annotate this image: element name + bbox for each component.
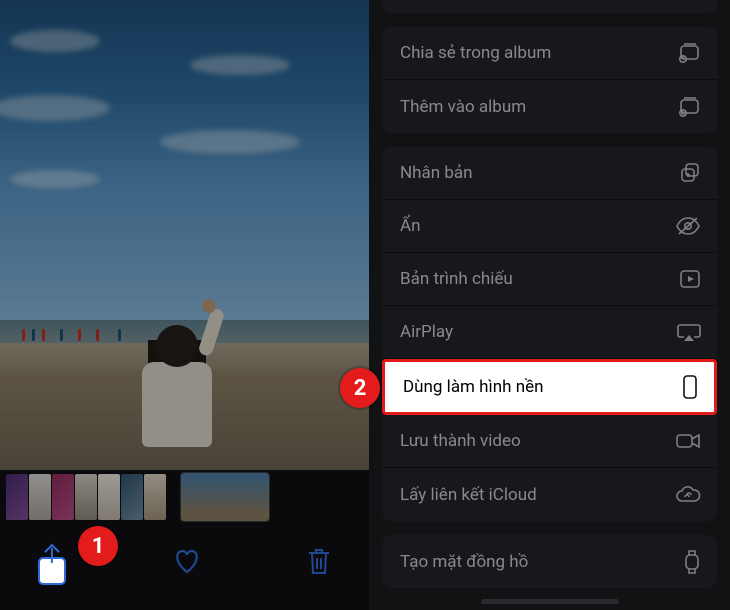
eye-slash-icon xyxy=(675,216,701,236)
share-button[interactable] xyxy=(28,537,76,585)
watch-icon xyxy=(683,549,701,575)
menu-item-icloud-link[interactable]: Lấy liên kết iCloud xyxy=(382,468,717,521)
menu-item-duplicate[interactable]: Nhân bản xyxy=(382,147,717,200)
thumbnail-item[interactable] xyxy=(52,474,74,520)
menu-item-airplay[interactable]: AirPlay xyxy=(382,306,717,359)
thumbnail-item[interactable] xyxy=(98,474,120,520)
menu-item-slideshow[interactable]: Bản trình chiếu xyxy=(382,253,717,306)
heart-icon xyxy=(172,547,202,575)
menu-item-share-in-album[interactable]: Chia sẻ trong album xyxy=(382,27,717,80)
favorite-button[interactable] xyxy=(165,539,209,583)
photo-viewer-panel xyxy=(0,0,369,610)
thumbnail-item[interactable] xyxy=(6,474,28,520)
thumbnail-item[interactable] xyxy=(29,474,51,520)
menu-item-add-to-album[interactable]: Thêm vào album xyxy=(382,80,717,133)
video-icon xyxy=(675,432,701,450)
play-square-icon xyxy=(679,269,701,289)
trash-icon xyxy=(306,546,332,576)
menu-item-copy-photo[interactable]: Sao chép ảnh xyxy=(382,0,717,13)
menu-item-save-as-video[interactable]: Lưu thành video xyxy=(382,415,717,468)
annotation-badge-1: 1 xyxy=(78,526,118,566)
menu-item-label: Nhân bản xyxy=(400,163,473,183)
home-indicator xyxy=(481,599,619,604)
menu-item-label: Chia sẻ trong album xyxy=(400,43,551,63)
phone-outline-icon xyxy=(682,374,698,400)
photo-toolbar xyxy=(0,524,369,610)
photo-content xyxy=(0,0,369,470)
trash-button[interactable] xyxy=(297,539,341,583)
menu-item-label: Lấy liên kết iCloud xyxy=(400,485,537,505)
duplicate-icon xyxy=(679,162,701,184)
photo-preview[interactable] xyxy=(0,0,369,470)
thumbnail-strip[interactable] xyxy=(0,470,369,524)
album-add-icon xyxy=(677,96,701,118)
menu-item-label: Thêm vào album xyxy=(400,97,526,117)
menu-item-hide[interactable]: Ẩn xyxy=(382,200,717,253)
thumbnail-item[interactable] xyxy=(144,474,166,520)
thumbnail-selected[interactable] xyxy=(181,473,269,521)
airplay-icon xyxy=(677,322,701,342)
album-share-icon xyxy=(677,42,701,64)
menu-item-label: Bản trình chiếu xyxy=(400,269,513,289)
thumbnail-item[interactable] xyxy=(121,474,143,520)
cloud-link-icon xyxy=(675,486,701,504)
menu-item-label: AirPlay xyxy=(400,322,453,342)
menu-item-create-watch-face[interactable]: Tạo mặt đồng hồ xyxy=(382,535,717,588)
menu-item-label: Ẩn xyxy=(400,216,420,236)
menu-item-label: Dùng làm hình nền xyxy=(403,377,544,397)
annotation-badge-2: 2 xyxy=(340,368,380,408)
share-icon xyxy=(38,557,66,585)
menu-item-use-as-wallpaper[interactable]: Dùng làm hình nền xyxy=(382,359,717,415)
menu-item-label: Tạo mặt đồng hồ xyxy=(400,552,528,572)
menu-item-label: Lưu thành video xyxy=(400,431,521,451)
share-sheet-panel: Sao chép ảnh Chia sẻ trong album xyxy=(369,0,730,610)
thumbnail-item[interactable] xyxy=(75,474,97,520)
